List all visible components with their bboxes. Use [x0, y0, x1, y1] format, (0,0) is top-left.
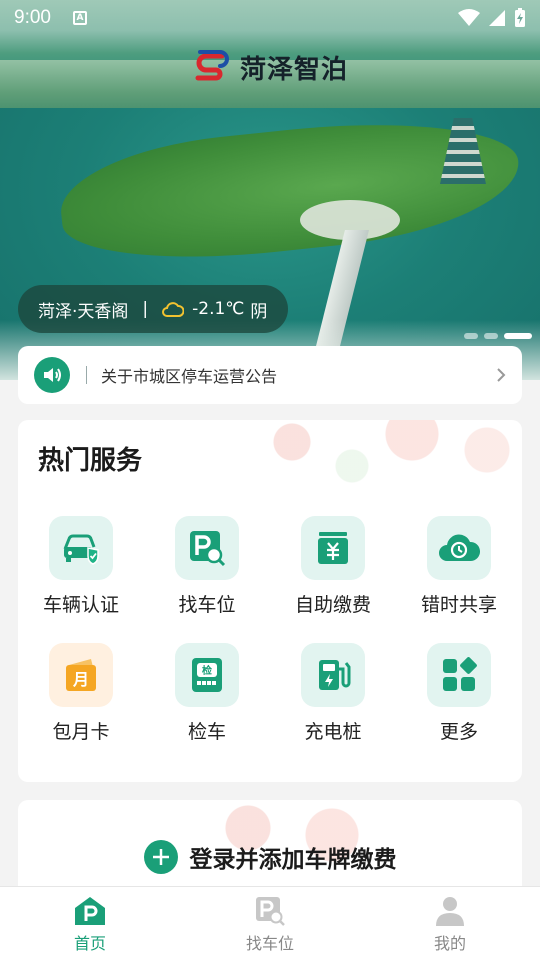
- nav-label: 我的: [433, 934, 466, 953]
- nav-profile[interactable]: 我的: [360, 887, 540, 960]
- time-share-icon: [427, 516, 491, 580]
- peony-decoration: [232, 420, 522, 490]
- hot-services-card: 热门服务 车辆认证 找车位 自助缴费 错时共享 月 包月卡 检 检车 充电桩 更…: [18, 420, 522, 782]
- service-monthly-card[interactable]: 月 包月卡: [18, 643, 144, 744]
- banner-dot-active[interactable]: [504, 333, 532, 339]
- service-label: 找车位: [178, 594, 236, 616]
- chevron-right-icon: [497, 368, 506, 382]
- notification-icon: A: [72, 11, 87, 25]
- nav-label: 找车位: [245, 934, 294, 953]
- self-pay-icon: [301, 516, 365, 580]
- monthly-card-icon: 月: [49, 643, 113, 707]
- wifi-icon: [458, 9, 480, 26]
- service-self-pay[interactable]: 自助缴费: [270, 516, 396, 617]
- charging-pile-icon: [301, 643, 365, 707]
- service-label: 车辆认证: [42, 594, 119, 616]
- bottom-nav: 首页 找车位 我的: [0, 886, 540, 960]
- service-inspection[interactable]: 检 检车: [144, 643, 270, 744]
- login-add-plate-text[interactable]: 登录并添加车牌缴费: [190, 840, 397, 874]
- speaker-icon: [34, 357, 70, 393]
- notice-divider: [86, 366, 87, 384]
- home-parking-icon: [75, 897, 105, 925]
- service-more[interactable]: 更多: [396, 643, 522, 744]
- login-row[interactable]: 登录并添加车牌缴费: [18, 840, 522, 874]
- login-card[interactable]: 登录并添加车牌缴费: [18, 800, 522, 900]
- nav-label: 首页: [73, 934, 106, 953]
- find-parking-icon: [175, 516, 239, 580]
- vehicle-inspection-icon: 检: [175, 643, 239, 707]
- service-label: 更多: [439, 721, 478, 743]
- service-time-share[interactable]: 错时共享: [396, 516, 522, 617]
- banner-dot[interactable]: [464, 333, 478, 339]
- status-time: 9:00: [14, 7, 51, 28]
- notice-text[interactable]: 关于市城区停车运营公告: [101, 363, 277, 387]
- plus-icon: [143, 840, 178, 874]
- service-label: 包月卡: [52, 721, 110, 743]
- banner-dot[interactable]: [484, 333, 498, 339]
- signal-icon: [489, 10, 505, 26]
- service-label: 充电桩: [304, 721, 362, 743]
- nav-home[interactable]: 首页: [0, 887, 180, 960]
- service-label: 自助缴费: [294, 594, 371, 616]
- service-label: 检车: [187, 721, 226, 743]
- notice-bar[interactable]: 关于市城区停车运营公告: [18, 346, 522, 404]
- svg-text:月: 月: [72, 670, 89, 689]
- location-label: 菏泽·天香阁: [38, 301, 129, 322]
- weather-separator: |: [142, 299, 149, 319]
- car-verify-icon: [49, 516, 113, 580]
- cloudy-icon: [162, 301, 185, 317]
- banner-pagination: [464, 333, 532, 339]
- app-logo-icon: [195, 50, 229, 81]
- service-label: 错时共享: [420, 594, 497, 616]
- more-apps-icon: [427, 643, 491, 707]
- battery-icon: [515, 8, 525, 27]
- svg-text:检: 检: [202, 664, 212, 677]
- service-find-parking[interactable]: 找车位: [144, 516, 270, 617]
- service-charging[interactable]: 充电桩: [270, 643, 396, 744]
- temperature-value: -2.1℃: [192, 299, 245, 319]
- status-bar: 9:00 A: [0, 0, 540, 36]
- find-parking-icon: [256, 897, 285, 926]
- app-title: 菏泽智泊: [239, 54, 348, 85]
- profile-icon: [436, 897, 464, 926]
- services-title: 热门服务: [38, 446, 143, 476]
- weather-condition: 阴: [250, 301, 268, 322]
- services-grid: 车辆认证 找车位 自助缴费 错时共享 月 包月卡 检 检车 充电桩 更多: [18, 516, 522, 744]
- app-header: 菏泽智泊: [0, 48, 540, 86]
- weather-pill: 菏泽·天香阁 | -2.1℃ 阴: [18, 285, 288, 333]
- nav-find-parking[interactable]: 找车位: [180, 887, 360, 960]
- service-car-verify[interactable]: 车辆认证: [18, 516, 144, 617]
